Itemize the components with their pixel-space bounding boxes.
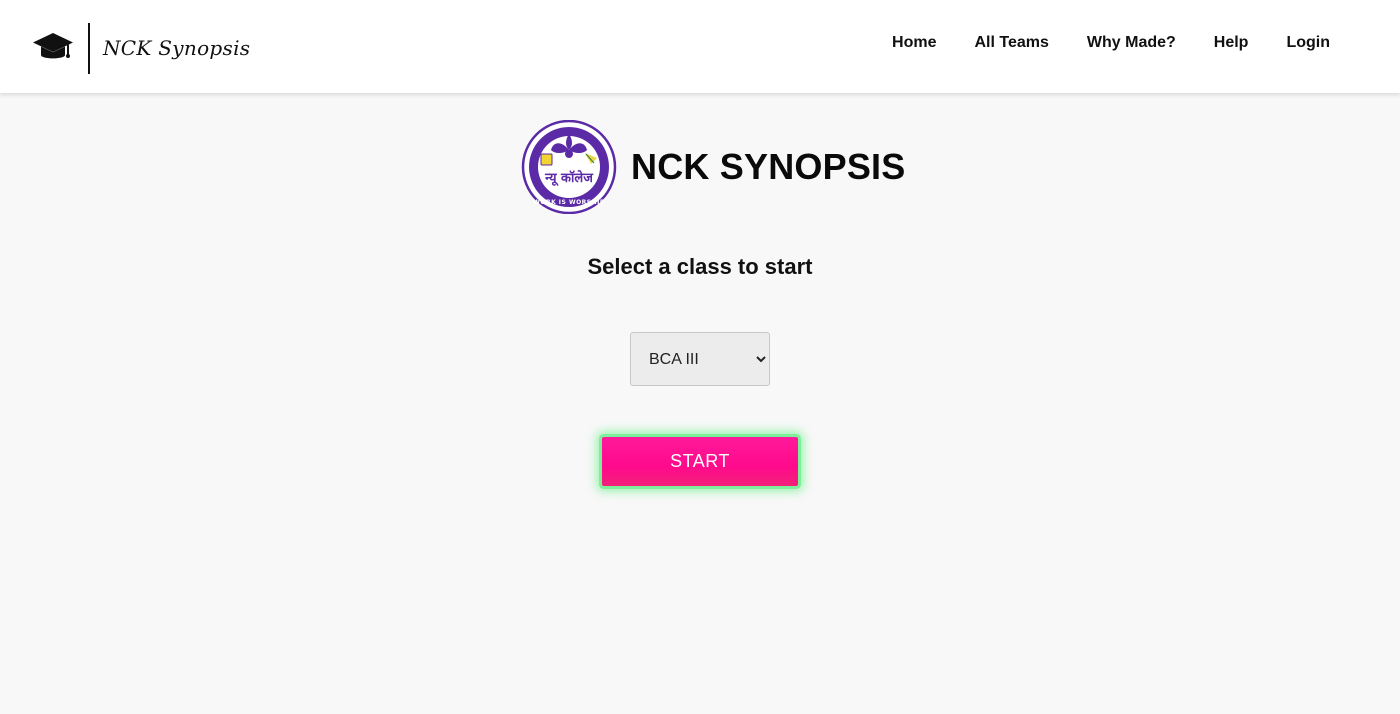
brand[interactable]: NCK Synopsis (32, 22, 250, 74)
brand-divider (88, 22, 90, 74)
nav-all-teams-link[interactable]: All Teams (974, 34, 1048, 52)
select-class-prompt: Select a class to start (587, 254, 813, 279)
class-select[interactable]: BCA III (630, 332, 770, 386)
hero: न्यू कॉलेज WORK IS WORSHIP NCK SYNOPSIS (521, 120, 905, 214)
nav-why-made-link[interactable]: Why Made? (1087, 34, 1176, 52)
logo-script-text: न्यू कॉलेज (544, 170, 594, 186)
brand-name[interactable]: NCK Synopsis (103, 36, 250, 60)
logo-motto: WORK IS WORSHIP (533, 199, 605, 206)
start-button[interactable]: START (602, 437, 798, 486)
site-title: NCK SYNOPSIS (631, 146, 906, 187)
graduation-cap-icon[interactable] (32, 31, 74, 65)
nav-help-link[interactable]: Help (1214, 34, 1249, 52)
college-logo: न्यू कॉलेज WORK IS WORSHIP (521, 120, 617, 214)
nav-links: Home All Teams Why Made? Help Login (892, 34, 1330, 52)
nav-login-link[interactable]: Login (1286, 34, 1330, 52)
top-navbar: NCK Synopsis Home All Teams Why Made? He… (0, 0, 1400, 93)
nav-home-link[interactable]: Home (892, 34, 936, 52)
